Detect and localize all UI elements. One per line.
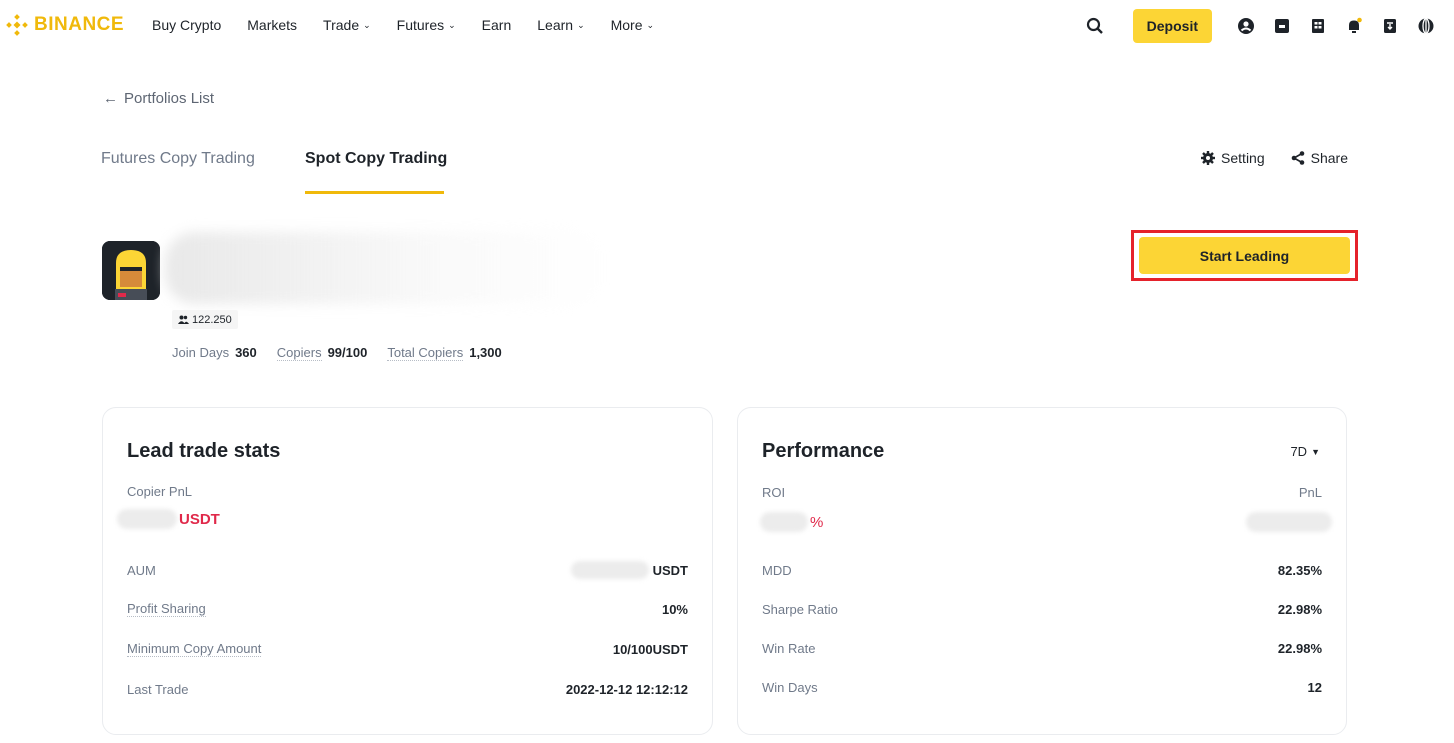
nav-item-markets[interactable]: Markets bbox=[247, 17, 297, 33]
stat-row-last-trade: Last Trade 2022-12-12 12:12:12 bbox=[127, 679, 688, 699]
nav-item-trade[interactable]: Trade ⌄ bbox=[323, 17, 371, 33]
nav-item-label: Trade bbox=[323, 17, 360, 33]
stat-label: AUM bbox=[127, 562, 156, 578]
stat-row-profit-sharing: Profit Sharing 10% bbox=[127, 599, 688, 619]
chevron-down-icon: ⌄ bbox=[363, 19, 371, 30]
binance-logo[interactable]: BINANCE bbox=[6, 14, 124, 36]
nav-item-learn[interactable]: Learn ⌄ bbox=[537, 17, 584, 33]
total-copiers-value: 1,300 bbox=[469, 345, 502, 360]
nav-item-label: Futures bbox=[396, 17, 445, 33]
copier-pnl-label: Copier PnL bbox=[127, 484, 193, 499]
setting-label: Setting bbox=[1221, 150, 1265, 166]
stat-value: USDT bbox=[570, 561, 688, 579]
binance-logo-icon bbox=[6, 14, 28, 36]
lead-trade-stats-card: Lead trade stats Copier PnL USDT AUM USD… bbox=[102, 407, 713, 735]
copiers-value: 99/100 bbox=[327, 345, 368, 360]
nav-item-earn[interactable]: Earn bbox=[482, 17, 512, 33]
nav-item-label: Earn bbox=[481, 17, 512, 33]
share-label: Share bbox=[1310, 150, 1348, 166]
share-icon bbox=[1291, 151, 1304, 165]
start-leading-button[interactable]: Start Leading bbox=[1139, 237, 1350, 274]
caret-down-icon: ▼ bbox=[1311, 446, 1320, 457]
trader-name-redacted bbox=[165, 232, 605, 304]
active-tab-indicator bbox=[305, 191, 444, 194]
roi-unit: % bbox=[810, 514, 824, 531]
stat-value: 2022-12-12 12:12:12 bbox=[565, 681, 688, 697]
aum-redacted bbox=[570, 561, 649, 579]
orders-icon[interactable] bbox=[1300, 9, 1336, 43]
perf-row-sharpe-ratio: Sharpe Ratio 22.98% bbox=[762, 599, 1322, 619]
perf-value: 12 bbox=[1307, 679, 1322, 695]
pnl-redacted bbox=[1246, 512, 1332, 532]
logo-text: BINANCE bbox=[34, 14, 125, 35]
stat-row-minimum-copy-amount: Minimum Copy Amount 10/100USDT bbox=[127, 639, 688, 659]
stat-label: Profit Sharing bbox=[127, 601, 206, 617]
back-link-label: Portfolios List bbox=[124, 90, 215, 107]
stat-label: Last Trade bbox=[127, 681, 189, 697]
nav-item-futures[interactable]: Futures ⌄ bbox=[397, 17, 456, 33]
wallet-icon[interactable] bbox=[1264, 9, 1300, 43]
perf-label: MDD bbox=[762, 562, 792, 578]
nav-item-buy-crypto[interactable]: Buy Crypto bbox=[152, 17, 221, 33]
notification-icon[interactable] bbox=[1336, 9, 1372, 43]
stat-value: 10% bbox=[661, 601, 688, 617]
nav-item-label: Buy Crypto bbox=[152, 17, 222, 33]
roi-label: ROI bbox=[762, 485, 786, 500]
chevron-down-icon: ⌄ bbox=[577, 19, 585, 30]
stat-value: 10/100USDT bbox=[612, 641, 688, 657]
roi-redacted bbox=[760, 512, 808, 532]
copiers-label: Copiers bbox=[276, 345, 322, 361]
perf-value: 22.98% bbox=[1277, 601, 1322, 617]
copier-pnl-unit: USDT bbox=[179, 511, 220, 528]
stat-row-aum: AUM USDT bbox=[127, 560, 688, 580]
chevron-down-icon: ⌄ bbox=[448, 19, 456, 30]
perf-row-win-rate: Win Rate 22.98% bbox=[762, 638, 1322, 658]
user-icon[interactable] bbox=[1228, 9, 1264, 43]
nav-menu: Buy Crypto Markets Trade ⌄ Futures ⌄ Earn … bbox=[152, 17, 680, 33]
pnl-label: PnL bbox=[1298, 485, 1322, 500]
perf-label: Win Days bbox=[762, 679, 818, 695]
nav-item-label: Markets bbox=[247, 17, 298, 33]
back-link[interactable]: ← Portfolios List bbox=[103, 90, 214, 107]
card-title: Lead trade stats bbox=[127, 440, 281, 462]
setting-button[interactable]: Setting bbox=[1201, 150, 1265, 166]
performance-card: Performance 7D ▼ ROI PnL % MDD 82.35% Sh… bbox=[737, 407, 1347, 735]
nav-right: Deposit bbox=[1077, 9, 1444, 43]
globe-icon[interactable] bbox=[1408, 9, 1444, 43]
perf-value: 22.98% bbox=[1277, 640, 1322, 656]
perf-value: 82.35% bbox=[1277, 562, 1322, 578]
avatar bbox=[102, 241, 160, 300]
perf-label: Win Rate bbox=[762, 640, 816, 656]
perf-label: Sharpe Ratio bbox=[762, 601, 838, 617]
top-nav: BINANCE Buy Crypto Markets Trade ⌄ Future… bbox=[0, 0, 1454, 52]
join-days-value: 360 bbox=[235, 345, 257, 360]
download-icon[interactable] bbox=[1372, 9, 1408, 43]
card-title: Performance bbox=[762, 440, 885, 462]
aum-unit: USDT bbox=[652, 562, 688, 578]
tab-futures-copy-trading[interactable]: Futures Copy Trading bbox=[101, 150, 255, 168]
period-value: 7D bbox=[1290, 444, 1308, 459]
chevron-down-icon: ⌄ bbox=[646, 19, 655, 30]
total-copiers-label: Total Copiers bbox=[387, 345, 464, 361]
deposit-button[interactable]: Deposit bbox=[1132, 9, 1212, 43]
stat-label: Minimum Copy Amount bbox=[127, 641, 262, 657]
nav-item-more[interactable]: More ⌄ bbox=[611, 17, 654, 33]
nav-item-label: Learn bbox=[537, 17, 574, 33]
followers-badge: 122.250 bbox=[172, 310, 238, 329]
profile-stats: Join Days 360 Copiers 99/100 Total Copie… bbox=[172, 345, 516, 361]
tab-spot-copy-trading[interactable]: Spot Copy Trading bbox=[305, 150, 447, 168]
share-button[interactable]: Share bbox=[1291, 150, 1348, 166]
gear-icon bbox=[1201, 151, 1216, 165]
perf-row-win-days: Win Days 12 bbox=[762, 677, 1322, 697]
copier-pnl-redacted bbox=[117, 509, 177, 529]
arrow-left-icon: ← bbox=[103, 90, 118, 107]
followers-count: 122.250 bbox=[192, 313, 232, 326]
join-days-label: Join Days bbox=[172, 345, 230, 360]
nav-item-label: More bbox=[610, 17, 643, 33]
tab-actions: Setting Share bbox=[1201, 150, 1348, 166]
perf-row-mdd: MDD 82.35% bbox=[762, 560, 1322, 580]
search-icon[interactable] bbox=[1077, 9, 1113, 43]
period-dropdown[interactable]: 7D ▼ bbox=[1290, 444, 1320, 459]
people-icon bbox=[178, 315, 189, 324]
